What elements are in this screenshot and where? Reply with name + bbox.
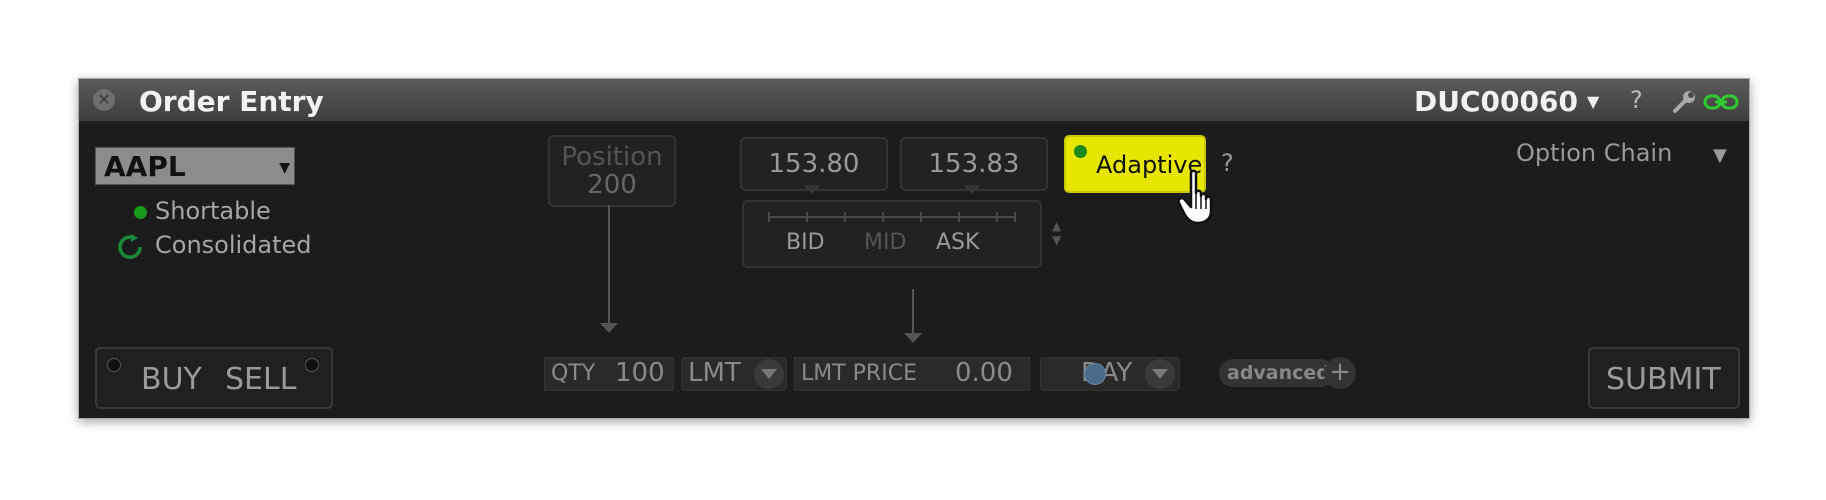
advanced-label: advanced xyxy=(1227,362,1330,384)
bid-pointer xyxy=(803,185,821,194)
chevron-down-icon[interactable] xyxy=(1145,359,1175,389)
option-chain-dropdown[interactable]: Option Chain xyxy=(1516,139,1672,167)
lmt-price-field[interactable]: LMT PRICE 0.00 xyxy=(794,357,1030,391)
ask-price-button[interactable]: 153.83 xyxy=(900,137,1048,191)
slider-tick xyxy=(958,212,960,222)
slider-tick xyxy=(844,212,846,222)
up-down-arrows-icon[interactable]: ▲ ▼ xyxy=(1052,219,1061,247)
bid-price-button[interactable]: 153.80 xyxy=(740,137,888,191)
mid-label[interactable]: MID xyxy=(864,230,906,255)
order-type-dropdown[interactable]: LMT xyxy=(681,357,787,391)
symbol-value: AAPL xyxy=(104,150,186,183)
lmt-price-label: LMT PRICE xyxy=(801,361,917,386)
connector-line xyxy=(608,205,610,327)
chevron-down-icon[interactable]: ▼ xyxy=(1713,145,1727,166)
refresh-icon[interactable] xyxy=(115,232,145,262)
position-value: 200 xyxy=(587,170,637,200)
wrench-icon[interactable] xyxy=(1671,89,1697,115)
close-icon[interactable]: ✕ xyxy=(93,89,115,111)
submit-label: SUBMIT xyxy=(1606,362,1721,397)
ask-label[interactable]: ASK xyxy=(936,230,979,255)
submit-button[interactable]: SUBMIT xyxy=(1588,347,1740,409)
connector-arrow xyxy=(904,333,922,343)
screw-decoration xyxy=(107,358,121,372)
chevron-down-icon[interactable]: ▼ xyxy=(1587,92,1599,111)
qty-value[interactable]: 100 xyxy=(615,358,665,388)
adaptive-status-dot xyxy=(1074,145,1087,158)
advanced-button[interactable]: advanced xyxy=(1219,359,1335,387)
buy-button[interactable]: BUY xyxy=(141,362,202,397)
slider-tick xyxy=(996,212,998,222)
consolidated-label: Consolidated xyxy=(155,231,312,259)
screw-decoration xyxy=(305,358,319,372)
slider-tick xyxy=(1014,212,1016,222)
price-slider[interactable]: BID MID ASK xyxy=(742,200,1042,268)
title-bar: ✕ Order Entry DUC00060 ▼ ? xyxy=(79,79,1749,123)
slider-tick xyxy=(920,212,922,222)
slider-tick xyxy=(768,212,770,222)
symbol-selector[interactable]: AAPL ▼ xyxy=(95,147,295,185)
position-box: Position 200 xyxy=(548,135,676,207)
connector-arrow xyxy=(600,323,618,333)
chevron-down-icon[interactable] xyxy=(754,359,784,389)
connector-line xyxy=(912,289,914,337)
shortable-label: Shortable xyxy=(155,197,271,225)
buy-sell-toggle[interactable]: BUY SELL xyxy=(95,347,333,409)
account-selector[interactable]: DUC00060 xyxy=(1414,85,1578,118)
ask-pointer xyxy=(963,185,981,194)
order-type-value: LMT xyxy=(688,358,741,388)
order-entry-window: ✕ Order Entry DUC00060 ▼ ? AAPL ▼ Shorta… xyxy=(78,78,1750,419)
time-in-force-dropdown[interactable]: DAY xyxy=(1040,357,1180,391)
qty-field[interactable]: QTY 100 xyxy=(544,357,674,391)
shortable-status-dot xyxy=(134,206,147,219)
clock-icon xyxy=(1084,363,1106,385)
lmt-price-value[interactable]: 0.00 xyxy=(955,358,1013,388)
position-label: Position xyxy=(561,142,663,172)
chevron-down-icon[interactable]: ▼ xyxy=(279,160,290,176)
sell-button[interactable]: SELL xyxy=(225,362,296,397)
hand-cursor-icon xyxy=(1177,169,1213,225)
qty-label: QTY xyxy=(551,361,596,386)
link-icon[interactable] xyxy=(1703,93,1739,111)
window-title: Order Entry xyxy=(139,85,324,118)
slider-tick xyxy=(806,212,808,222)
plus-icon[interactable]: + xyxy=(1324,357,1356,389)
help-icon[interactable]: ? xyxy=(1630,86,1643,114)
bid-label[interactable]: BID xyxy=(786,230,825,255)
slider-tick xyxy=(882,212,884,222)
